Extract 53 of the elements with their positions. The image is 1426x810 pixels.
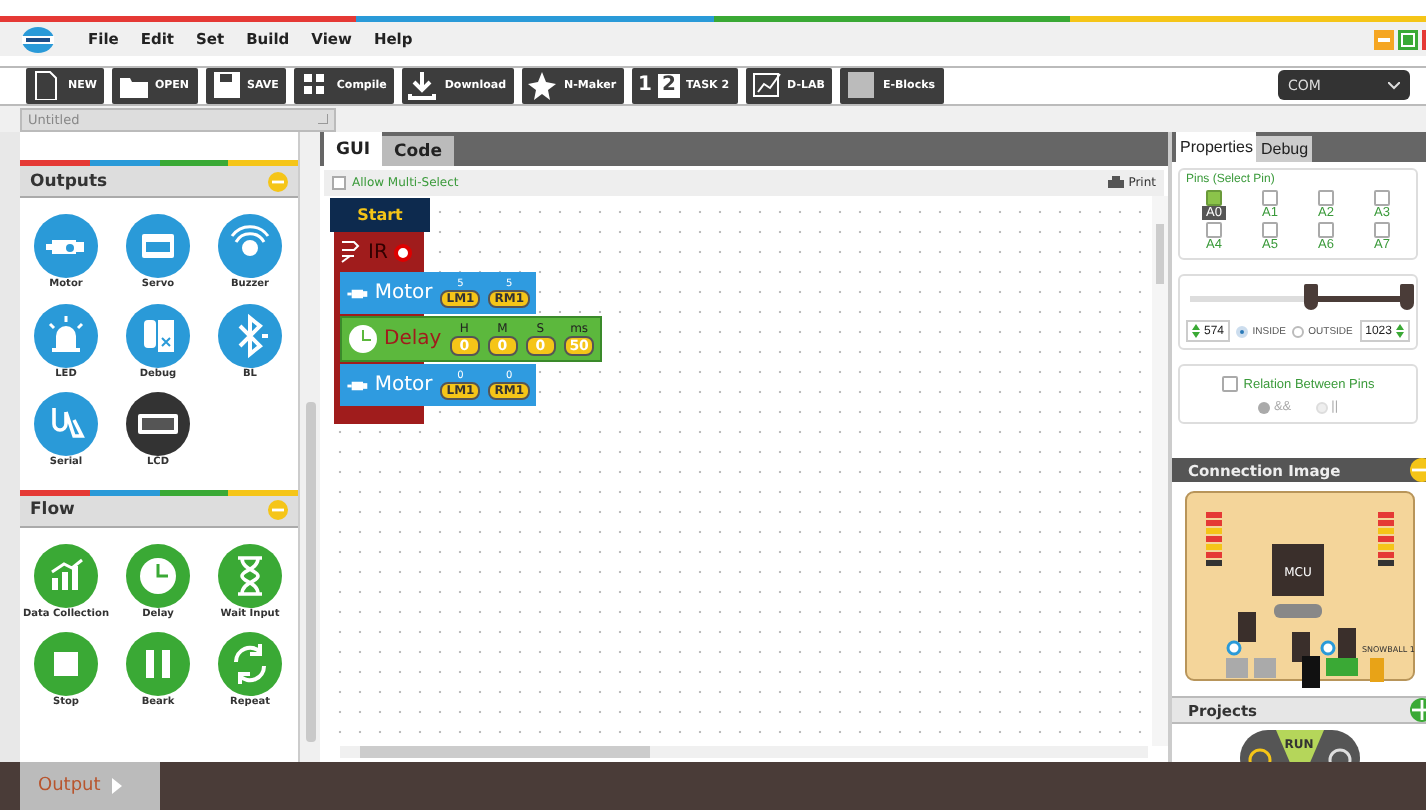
pin-checkbox[interactable] bbox=[1262, 190, 1278, 207]
section-header[interactable]: Flow bbox=[20, 495, 299, 528]
condition-label: IR bbox=[368, 241, 388, 264]
stepper-icon bbox=[1192, 324, 1200, 339]
section-header[interactable]: Outputs bbox=[20, 166, 299, 199]
panel-tab[interactable]: Debug bbox=[1256, 136, 1313, 163]
section-title: Flow bbox=[30, 500, 75, 521]
scrollbar[interactable] bbox=[340, 746, 1148, 759]
display-icon bbox=[126, 392, 190, 457]
chevron-down-icon bbox=[1388, 81, 1400, 90]
minimize-icon bbox=[1374, 29, 1394, 49]
block-label: Motor bbox=[374, 282, 433, 305]
panel-tab[interactable]: Properties bbox=[1176, 132, 1257, 163]
editor-tab[interactable]: Code bbox=[382, 136, 454, 167]
maximize-icon bbox=[1398, 29, 1418, 49]
pin-checkbox[interactable] bbox=[1262, 222, 1278, 239]
radio-button[interactable] bbox=[1257, 401, 1270, 414]
digit-label: 2 bbox=[658, 73, 680, 98]
slider-thumb[interactable] bbox=[1303, 284, 1318, 311]
collapse-icon bbox=[268, 500, 289, 521]
stepper-icon bbox=[1395, 324, 1404, 339]
start-block[interactable]: Start bbox=[330, 198, 430, 233]
scrollbar[interactable] bbox=[298, 132, 320, 763]
clock-icon bbox=[348, 324, 378, 355]
pin-checkbox[interactable] bbox=[1206, 190, 1222, 207]
pin-checkbox[interactable] bbox=[1206, 222, 1222, 239]
section-title: Outputs bbox=[30, 171, 108, 192]
resize-grip-icon bbox=[318, 114, 328, 125]
document-icon bbox=[32, 70, 62, 101]
sensor-icon bbox=[393, 243, 412, 262]
pin-checkbox[interactable] bbox=[1374, 190, 1390, 207]
pin-checkbox[interactable] bbox=[1318, 190, 1334, 207]
radio-button[interactable] bbox=[1236, 325, 1249, 338]
floppy-icon bbox=[211, 70, 242, 101]
block-label: Motor bbox=[374, 374, 433, 397]
pin-checkbox[interactable] bbox=[1318, 222, 1334, 239]
slider-thumb[interactable] bbox=[1399, 284, 1413, 311]
block-label: Delay bbox=[384, 328, 442, 351]
digit-label: 1 bbox=[638, 75, 653, 96]
collapse-icon bbox=[268, 171, 289, 192]
square-icon bbox=[846, 70, 877, 101]
triangle-right-icon bbox=[112, 778, 123, 795]
checkbox[interactable] bbox=[332, 176, 346, 191]
scrollbar[interactable] bbox=[1152, 196, 1168, 747]
chart-window-icon bbox=[751, 70, 782, 101]
checkbox[interactable] bbox=[1221, 376, 1238, 393]
editor-tab[interactable]: GUI bbox=[324, 132, 383, 167]
radio-button[interactable] bbox=[1292, 325, 1305, 338]
pin-checkbox[interactable] bbox=[1374, 222, 1390, 239]
radio-button[interactable] bbox=[1315, 401, 1328, 414]
logo-icon bbox=[20, 25, 56, 53]
printer-icon bbox=[1108, 176, 1125, 191]
download-icon bbox=[408, 70, 439, 101]
